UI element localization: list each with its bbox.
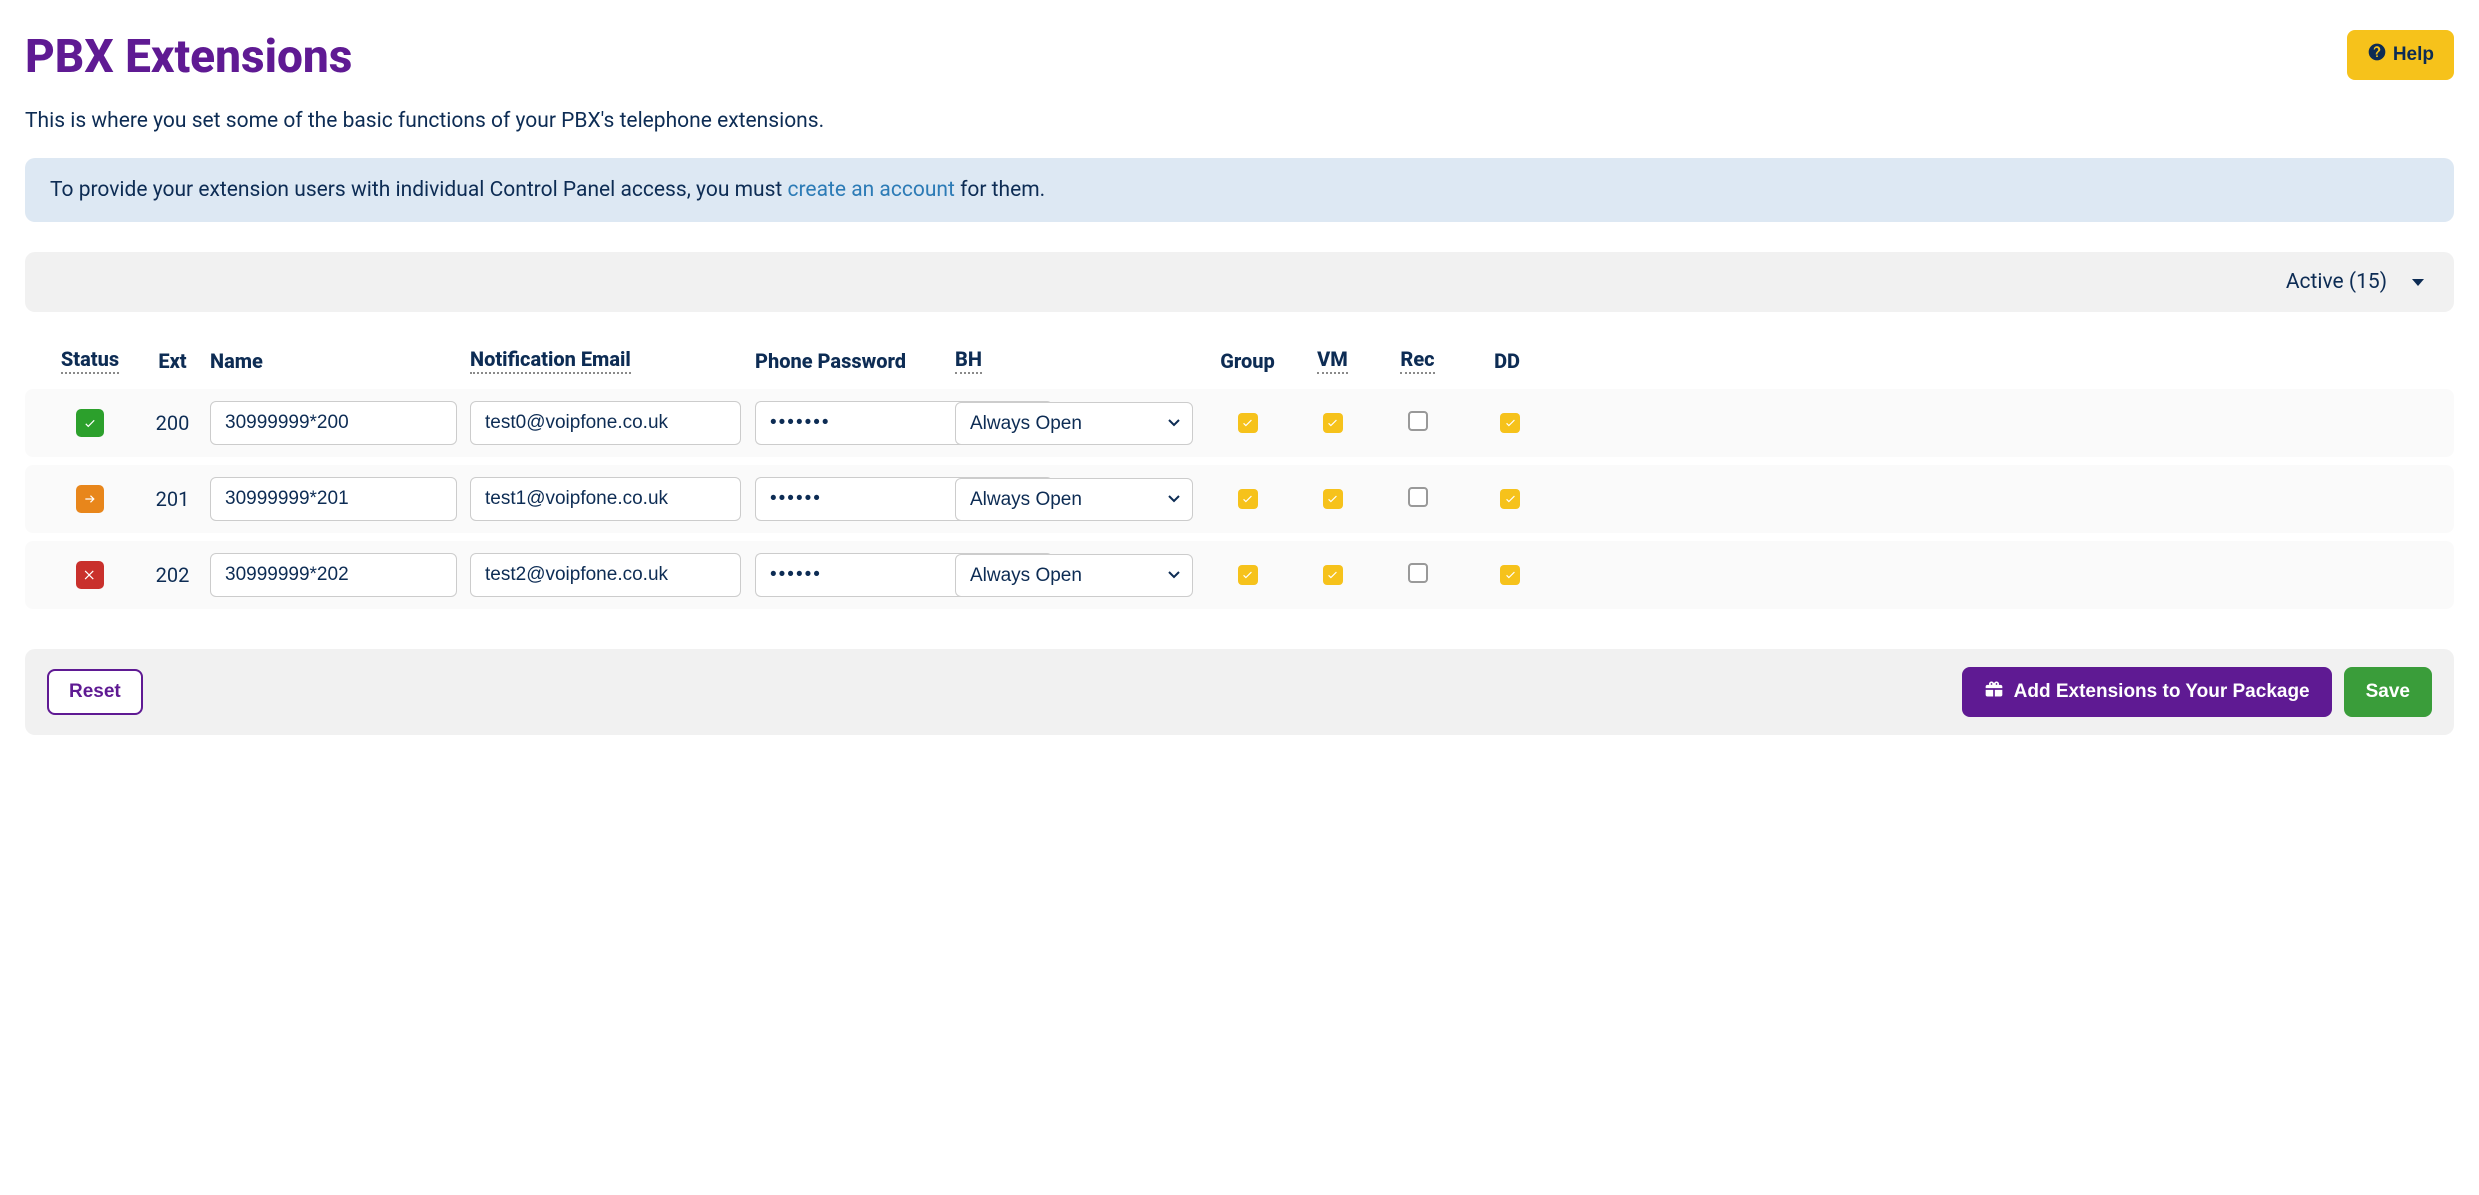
email-input[interactable] <box>470 401 741 445</box>
help-label: Help <box>2393 44 2434 66</box>
dd-checkbox[interactable] <box>1500 489 1520 509</box>
page-title: PBX Extensions <box>25 30 352 84</box>
create-account-link[interactable]: create an account <box>788 178 955 202</box>
vm-checkbox[interactable] <box>1323 413 1343 433</box>
table-row: 200 Always Open <box>25 389 2454 457</box>
help-button[interactable]: Help <box>2347 30 2454 80</box>
ext-number: 202 <box>135 563 210 587</box>
vm-checkbox[interactable] <box>1323 565 1343 585</box>
col-vm: VM <box>1317 347 1348 374</box>
table-row: 201 Always Open <box>25 465 2454 533</box>
extensions-table: Status Ext Name Notification Email Phone… <box>25 337 2454 609</box>
rec-checkbox[interactable] <box>1408 411 1428 431</box>
col-bh: BH <box>955 347 982 374</box>
col-status: Status <box>61 347 119 374</box>
bh-select[interactable]: Always Open <box>955 554 1193 597</box>
footer-bar: Reset Add Extensions to Your Package Sav… <box>25 649 2454 735</box>
table-header: Status Ext Name Notification Email Phone… <box>25 337 2454 389</box>
col-password: Phone Password <box>755 349 906 373</box>
intro-text: This is where you set some of the basic … <box>25 109 2454 133</box>
rec-checkbox[interactable] <box>1408 563 1428 583</box>
rec-checkbox[interactable] <box>1408 487 1428 507</box>
name-input[interactable] <box>210 477 457 521</box>
filter-label: Active (15) <box>2286 270 2387 294</box>
col-name: Name <box>210 349 263 373</box>
bh-select[interactable]: Always Open <box>955 478 1193 521</box>
add-extensions-button[interactable]: Add Extensions to Your Package <box>1962 667 2332 717</box>
caret-down-icon <box>2412 279 2424 286</box>
status-badge <box>76 561 104 589</box>
dd-checkbox[interactable] <box>1500 413 1520 433</box>
status-badge <box>76 409 104 437</box>
email-input[interactable] <box>470 477 741 521</box>
col-dd: DD <box>1494 349 1520 373</box>
name-input[interactable] <box>210 553 457 597</box>
vm-checkbox[interactable] <box>1323 489 1343 509</box>
col-email: Notification Email <box>470 347 631 374</box>
status-badge <box>76 485 104 513</box>
save-button[interactable]: Save <box>2344 667 2432 717</box>
filter-bar: Active (15) <box>25 252 2454 312</box>
email-input[interactable] <box>470 553 741 597</box>
group-checkbox[interactable] <box>1238 489 1258 509</box>
filter-dropdown[interactable]: Active (15) <box>2286 270 2424 294</box>
col-ext: Ext <box>158 349 186 373</box>
gift-icon <box>1984 679 2004 705</box>
dd-checkbox[interactable] <box>1500 565 1520 585</box>
add-extensions-label: Add Extensions to Your Package <box>2014 681 2310 703</box>
name-input[interactable] <box>210 401 457 445</box>
info-banner: To provide your extension users with ind… <box>25 158 2454 222</box>
bh-select[interactable]: Always Open <box>955 402 1193 445</box>
group-checkbox[interactable] <box>1238 565 1258 585</box>
ext-number: 200 <box>135 411 210 435</box>
help-icon <box>2367 42 2387 68</box>
reset-button[interactable]: Reset <box>47 669 143 715</box>
group-checkbox[interactable] <box>1238 413 1258 433</box>
banner-text-after: for them. <box>955 178 1045 202</box>
ext-number: 201 <box>135 487 210 511</box>
banner-text-before: To provide your extension users with ind… <box>50 178 788 202</box>
table-row: 202 Always Open <box>25 541 2454 609</box>
col-rec: Rec <box>1400 347 1434 374</box>
col-group: Group <box>1220 349 1275 373</box>
